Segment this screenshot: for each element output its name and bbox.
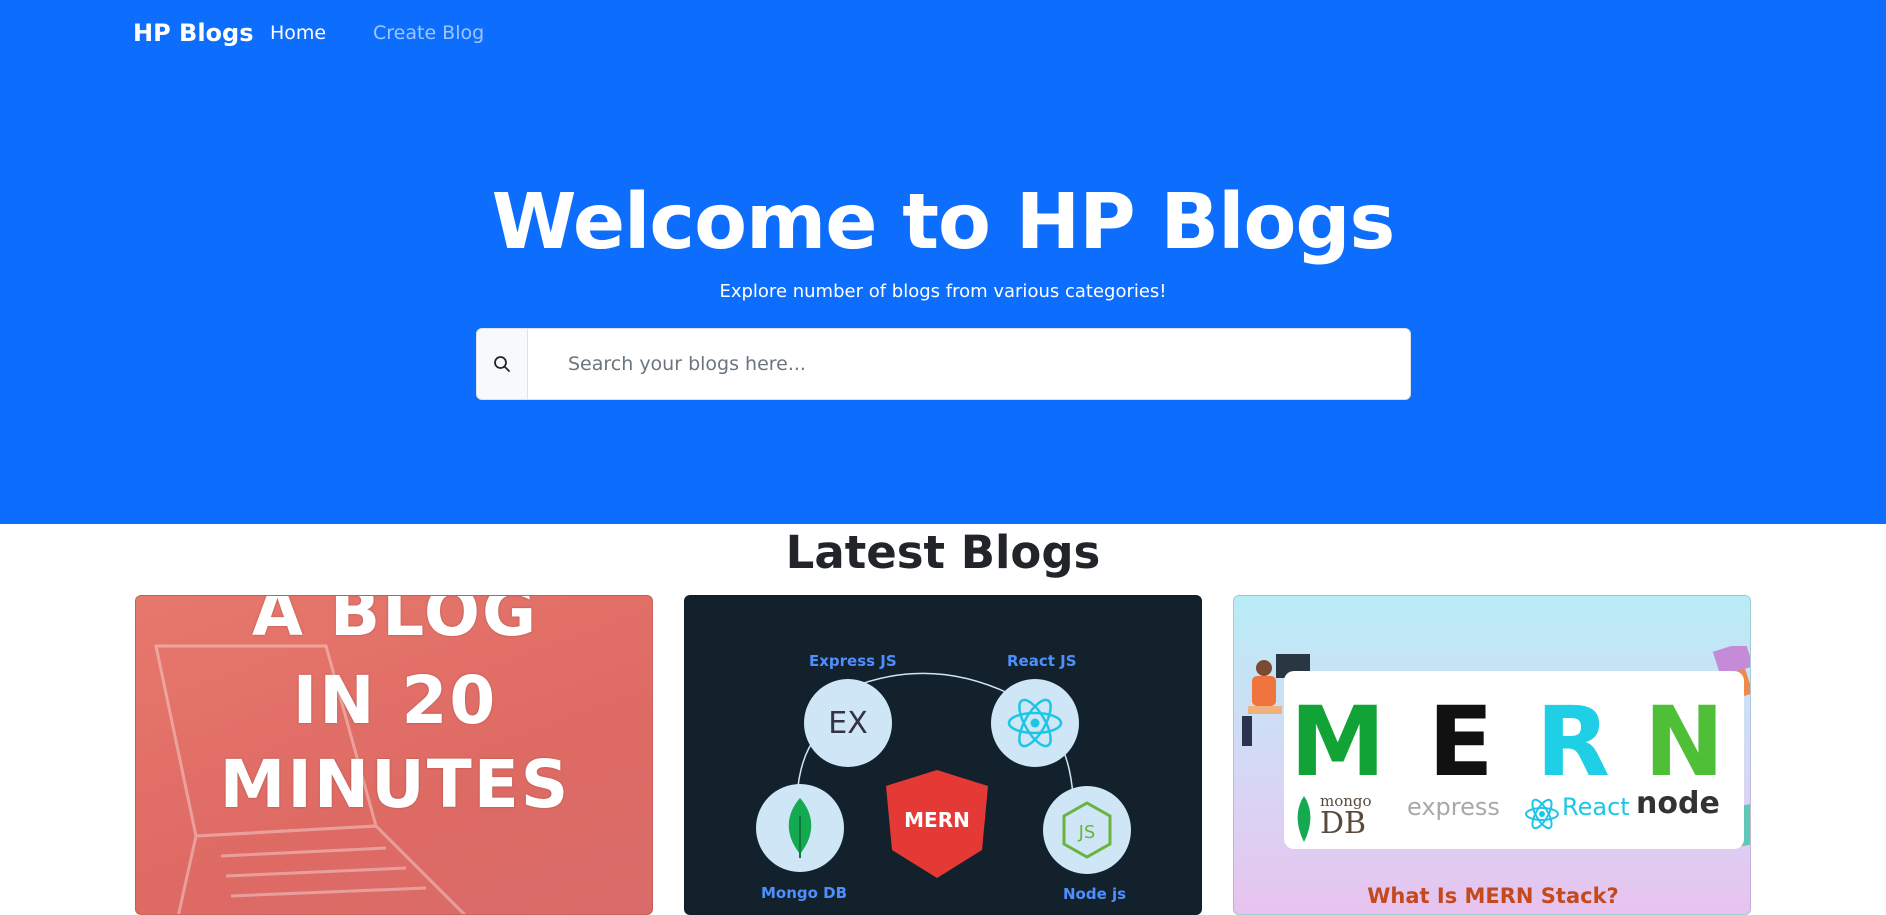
letter-r: R	[1536, 686, 1610, 798]
search-icon[interactable]	[477, 329, 528, 399]
search-bar	[476, 328, 1411, 400]
card3-caption: What Is MERN Stack?	[1367, 884, 1619, 908]
navbar: HP Blogs Home Create Blog	[0, 0, 1886, 70]
mern-center-label: MERN	[904, 808, 970, 832]
mongo-bubble	[756, 784, 844, 872]
search-input[interactable]	[528, 329, 1410, 399]
react-icon	[1007, 698, 1063, 748]
node-label: Node js	[1063, 885, 1127, 903]
nav-home-link[interactable]: Home	[270, 22, 326, 44]
card1-line-2: IN 20	[292, 662, 498, 739]
card1-line-3: MINUTES	[219, 746, 571, 823]
react-icon	[1525, 798, 1559, 830]
db-logo-text: DB	[1320, 806, 1367, 841]
blog-card-1[interactable]: A BLOG IN 20 MINUTES	[135, 595, 653, 915]
node-bubble: JS	[1043, 786, 1131, 874]
mongodb-leaf-icon	[788, 798, 812, 858]
mongodb-leaf-icon	[1297, 796, 1311, 842]
blog-card-2[interactable]: Express JS React JS Mongo DB Node js EX …	[684, 595, 1202, 915]
letter-m: M	[1290, 686, 1386, 798]
express-label: Express JS	[809, 652, 897, 670]
express-logo-text: express	[1407, 793, 1500, 821]
brand-link[interactable]: HP Blogs	[133, 19, 254, 47]
letter-e: E	[1428, 686, 1494, 798]
nav-create-blog-link[interactable]: Create Blog	[373, 22, 484, 44]
blog-card-3[interactable]: M E R N mongo DB express React node What…	[1233, 595, 1751, 915]
hero-title: Welcome to HP Blogs	[491, 178, 1396, 267]
hero-subtitle: Explore number of blogs from various cat…	[719, 281, 1167, 302]
react-logo-text: React	[1562, 793, 1630, 821]
nodejs-hexagon-icon: JS	[1062, 801, 1112, 859]
react-bubble	[991, 679, 1079, 767]
express-icon: EX	[828, 705, 868, 741]
latest-blogs-heading: Latest Blogs	[785, 526, 1101, 579]
mongo-label: Mongo DB	[761, 884, 848, 902]
letter-n: N	[1644, 686, 1725, 798]
react-label: React JS	[1007, 652, 1077, 670]
express-bubble: EX	[804, 679, 892, 767]
js-text: JS	[1078, 822, 1096, 843]
card1-line-1: A BLOG	[251, 595, 539, 651]
node-logo-text: node	[1636, 786, 1720, 821]
